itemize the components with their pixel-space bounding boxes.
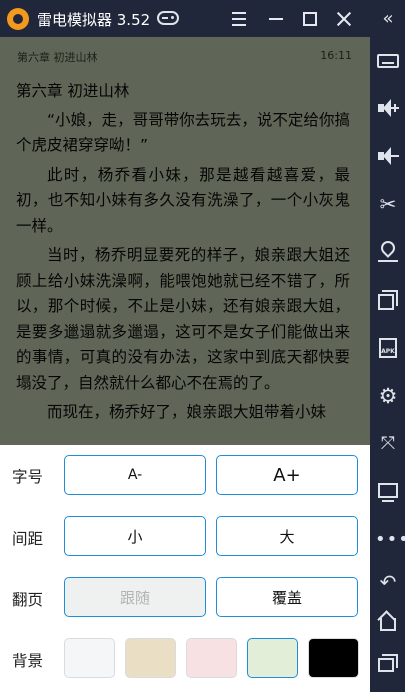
background-swatch-black[interactable] — [308, 638, 359, 678]
header-time: 16:11 — [320, 49, 352, 62]
paragraph: 而现在，杨乔好了，娘亲跟大姐带着小妹 — [47, 403, 327, 421]
keyboard-icon[interactable] — [375, 48, 401, 74]
paragraph: 当时，杨乔明显要死的样子，娘亲跟大姐还顾上给小妹洗澡啊，能喂饱她就已经不错了，所… — [16, 246, 350, 392]
reader-settings-panel: 字号 A- A+ 间距 小 大 翻页 跟随 覆盖 背景 — [0, 445, 370, 692]
page-turn-label: 翻页 — [12, 591, 44, 609]
minimize-icon[interactable] — [263, 6, 289, 32]
background-swatch-green[interactable] — [247, 638, 298, 678]
spacing-small-button[interactable]: 小 — [64, 516, 206, 556]
home-icon[interactable] — [375, 610, 401, 636]
spacing-large-button[interactable]: 大 — [216, 516, 358, 556]
page-turn-cover-button[interactable]: 覆盖 — [216, 577, 358, 617]
reader-status-line: 第六章 初进山林 16:11 — [0, 49, 370, 65]
paragraph: “小娘，走，哥哥带你去玩去，说不定给你搞个虎皮裙穿穿呦！” — [16, 110, 350, 155]
chapter-title: 第六章 初进山林 — [16, 82, 130, 100]
background-swatch-beige[interactable] — [125, 638, 176, 678]
app-title: 雷电模拟器 3.52 — [37, 11, 151, 29]
close-icon[interactable] — [331, 6, 357, 32]
more-icon[interactable]: ••• — [375, 527, 405, 553]
menu-icon[interactable] — [226, 6, 252, 32]
font-increase-button[interactable]: A+ — [216, 455, 358, 495]
font-decrease-button[interactable]: A- — [64, 455, 206, 495]
emulator-toolbar: « ✂ APK ⚙ ⤧ ••• ↶ — [370, 0, 405, 692]
background-swatch-pink[interactable] — [186, 638, 237, 678]
gear-icon[interactable]: ⚙ — [375, 383, 401, 409]
back-icon[interactable]: ↶ — [375, 569, 401, 595]
emulator-logo-icon — [7, 8, 29, 30]
maximize-icon[interactable] — [297, 6, 323, 32]
header-chapter-name: 第六章 初进山林 — [17, 51, 98, 64]
volume-down-icon[interactable] — [375, 143, 401, 169]
gamepad-icon[interactable] — [157, 11, 179, 25]
page-turn-follow-button[interactable]: 跟随 — [64, 577, 206, 617]
recent-apps-icon[interactable] — [375, 650, 401, 676]
location-pin-icon[interactable] — [375, 238, 401, 265]
add-window-icon[interactable] — [375, 287, 401, 313]
apk-install-icon[interactable]: APK — [375, 335, 401, 361]
spacing-label: 间距 — [12, 530, 44, 548]
collapse-toolbar-icon[interactable]: « — [375, 6, 401, 32]
reader-text: 第六章 初进山林 “小娘，走，哥哥带你去玩去，说不定给你搞个虎皮裙穿穿呦！” 此… — [16, 79, 350, 430]
paragraph: 此时，杨乔看小妹，那是越看越喜爱，最初，也不知小妹有多久没有洗澡了，一个小灰鬼一… — [16, 165, 350, 235]
emulator-titlebar: 雷电模拟器 3.52 — [0, 0, 370, 37]
monitor-icon[interactable] — [375, 479, 401, 505]
font-size-label: 字号 — [12, 468, 44, 486]
fullscreen-icon[interactable]: ⤧ — [375, 431, 401, 457]
volume-up-icon[interactable] — [375, 95, 401, 121]
scissors-icon[interactable]: ✂ — [375, 191, 401, 217]
reader-page[interactable]: 第六章 初进山林 16:11 第六章 初进山林 “小娘，走，哥哥带你去玩去，说不… — [0, 37, 370, 445]
background-label: 背景 — [12, 652, 44, 670]
background-swatch-white[interactable] — [64, 638, 115, 678]
